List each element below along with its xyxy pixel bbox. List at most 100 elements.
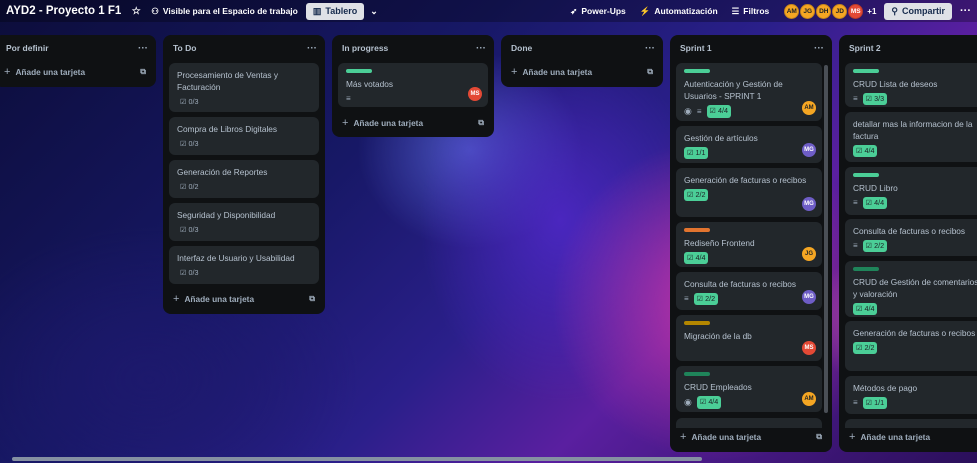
description-icon: ≡ (853, 198, 858, 208)
card[interactable]: detallar mas la informacion de la factur… (845, 112, 977, 162)
card[interactable]: Métodos de pago ≡ ☑ 1/1 (845, 376, 977, 414)
card[interactable]: Consulta de facturas o recibos ≡ ☑ 2/2 MG (676, 272, 822, 310)
checkbox-icon: ☑ (687, 253, 694, 263)
list-title[interactable]: Sprint 1 (680, 43, 712, 53)
card[interactable]: CRUD Libro ≡ ☑ 4/4 (845, 167, 977, 215)
plus-icon: + (342, 117, 349, 129)
card[interactable]: CRUD Lista de deseos ≡ ☑ 3/3 (845, 63, 977, 107)
list-menu-icon[interactable]: ··· (307, 43, 317, 54)
card-label[interactable] (684, 69, 710, 73)
checklist-badge: ☑ 2/2 (862, 240, 888, 253)
add-card-button[interactable]: + Añade una tarjeta ⧉ (0, 63, 150, 81)
template-icon[interactable]: ⧉ (478, 118, 484, 128)
plus-icon: + (680, 431, 687, 443)
list-header: To Do ··· (163, 35, 325, 61)
avatar[interactable]: AM (802, 392, 816, 406)
add-card-button[interactable]: + Añade una tarjeta ⧉ (338, 114, 488, 132)
extra-members-count[interactable]: +1 (867, 7, 876, 16)
avatar[interactable]: MS (848, 3, 864, 19)
avatar[interactable]: MG (802, 197, 816, 211)
card-label[interactable] (684, 321, 710, 325)
avatar[interactable]: JD (832, 3, 848, 19)
checklist-badge: ☑ 1/1 (684, 147, 709, 160)
card-label[interactable] (853, 69, 879, 73)
card[interactable]: Gestión de artículos ☑ 1/1 MG (676, 126, 822, 163)
avatar[interactable]: AM (802, 101, 816, 115)
chevron-down-icon[interactable]: ⌄ (370, 6, 378, 17)
card-title: Consulta de facturas o recibos (853, 226, 966, 236)
card[interactable]: CRUD de Gestión de comentarios y valorac… (845, 261, 977, 317)
list-header: In progress ··· (332, 35, 494, 61)
card-title: Consulta de facturas o recibos (684, 279, 797, 289)
avatar[interactable]: JG (802, 247, 816, 261)
card-label[interactable] (346, 69, 372, 73)
visibility-button[interactable]: ⚇ Visible para el Espacio de trabajo (151, 6, 298, 17)
card[interactable]: Generación de Reportes ☑ 0/2 (169, 160, 319, 198)
checkbox-icon: ☑ (687, 148, 694, 158)
template-icon[interactable]: ⧉ (816, 432, 822, 442)
add-card-button[interactable]: + Añade una tarjeta ⧉ (169, 290, 319, 308)
card[interactable]: Más votados ≡ MS (338, 63, 488, 107)
card[interactable]: Rediseño Frontend ☑ 4/4 JG (676, 222, 822, 267)
filters-button[interactable]: ☰ Filtros (732, 6, 770, 17)
card-label[interactable] (853, 267, 879, 271)
list-in-progress: In progress ··· Más votados ≡ MS + Añade u… (332, 35, 494, 137)
add-card-button[interactable]: + Añade una tarjeta ⧉ (507, 63, 657, 81)
list-menu-icon[interactable]: ··· (645, 43, 655, 54)
avatar[interactable]: MS (802, 341, 816, 355)
board-horizontal-scrollbar[interactable] (12, 457, 702, 461)
list-title[interactable]: Por definir (4, 43, 49, 53)
list-scrollbar[interactable] (824, 65, 828, 413)
card-title: Generación de facturas o recibos (853, 328, 976, 338)
list-menu-icon[interactable]: ··· (476, 43, 486, 54)
avatar[interactable]: DH (816, 3, 832, 19)
board-header: AYD2 - Proyecto 1 F1 ☆ ⚇ Visible para el … (0, 0, 977, 22)
board-title[interactable]: AYD2 - Proyecto 1 F1 (6, 5, 121, 17)
checklist-badge: ☑ 4/4 (706, 105, 731, 118)
list-title[interactable]: Done (511, 43, 532, 53)
card-title: Rediseño Frontend (684, 238, 755, 248)
card[interactable]: CRUD Empleados ◉ ☑ 4/4 AM (676, 366, 822, 412)
card[interactable]: Consulta de facturas o recibos ≡ ☑ 2/2 (845, 219, 977, 256)
plus-icon: + (849, 431, 856, 443)
checkbox-icon: ☑ (856, 343, 863, 353)
card[interactable]: Generación de facturas o recibos ☑ 2/2 MG (676, 168, 822, 217)
list-title[interactable]: To Do (173, 43, 196, 53)
template-icon[interactable]: ⧉ (309, 294, 315, 304)
list-menu-icon[interactable]: ··· (138, 43, 148, 54)
more-options-icon[interactable]: ··· (960, 5, 971, 17)
list-title[interactable]: Sprint 2 (849, 43, 881, 53)
list-title[interactable]: In progress (342, 43, 388, 53)
card[interactable]: Seguridad y Disponibilidad ☑ 0/3 (169, 203, 319, 241)
avatar[interactable]: AM (784, 3, 800, 19)
avatar[interactable]: MS (468, 87, 482, 101)
share-button[interactable]: ⚲ Compartir (884, 2, 952, 20)
card[interactable]: Migración de la db MS (676, 315, 822, 361)
card[interactable]: Autenticación y Gestión de Usuarios - SP… (676, 63, 822, 121)
powerups-button[interactable]: ➶ Power-Ups (570, 6, 626, 17)
add-card-button[interactable]: + Añade una tarjeta (845, 428, 977, 446)
list-menu-icon[interactable]: ··· (814, 43, 824, 54)
template-icon[interactable]: ⧉ (140, 67, 146, 77)
star-icon[interactable]: ☆ (129, 4, 143, 18)
description-icon: ≡ (853, 94, 858, 104)
automation-button[interactable]: ⚡ Automatización (640, 6, 718, 17)
card-label[interactable] (684, 372, 710, 376)
card[interactable]: Generación de facturas o recibos ☑ 2/2 (845, 321, 977, 371)
card-title: Migración de la db (684, 331, 752, 341)
add-card-button[interactable]: + Añade una tarjeta ⧉ (676, 428, 826, 446)
view-switcher-button[interactable]: ▥ Tablero (305, 2, 365, 20)
list-sprint-2: Sprint 2··· CRUD Lista de deseos ≡ ☑3/3 d… (839, 35, 977, 452)
card[interactable]: Interfaz de Usuario y Usabilidad ☑ 0/3 (169, 246, 319, 284)
checkbox-icon: ☑ (865, 398, 873, 408)
card-label[interactable] (684, 228, 710, 232)
card-label[interactable] (853, 173, 879, 177)
card[interactable]: Procesamiento de Ventas y Facturación ☑ 0… (169, 63, 319, 112)
avatar[interactable]: JG (800, 3, 816, 19)
checkbox-icon: ☑ (865, 94, 873, 104)
card-title: CRUD de Gestión de comentarios y valorac… (853, 277, 977, 300)
avatar[interactable]: MG (802, 143, 816, 157)
template-icon[interactable]: ⧉ (647, 67, 653, 77)
avatar[interactable]: MG (802, 290, 816, 304)
card[interactable]: Compra de Libros Digitales ☑ 0/3 (169, 117, 319, 155)
